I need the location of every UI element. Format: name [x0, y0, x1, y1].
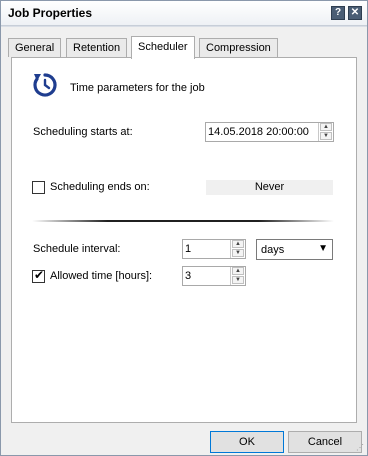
spin-up-icon[interactable]: ▲	[232, 240, 244, 248]
spin-down-icon[interactable]: ▼	[232, 276, 244, 284]
allowed-time-checkbox[interactable]: ✔	[32, 268, 45, 283]
allowed-time-value: 3	[185, 270, 192, 282]
spin-down-icon[interactable]: ▼	[232, 249, 244, 257]
dialog-client-area: General Retention Scheduler Compression …	[1, 27, 367, 455]
tab-compression[interactable]: Compression	[199, 38, 278, 57]
interval-label: Schedule interval:	[33, 243, 121, 255]
title-bar: Job Properties ? ✕	[1, 1, 367, 26]
ends-checkbox[interactable]	[32, 181, 45, 194]
spin-up-icon[interactable]: ▲	[320, 123, 332, 131]
help-icon: ?	[334, 7, 342, 18]
interval-field[interactable]: 1 ▲ ▼	[182, 239, 246, 259]
panel-heading: Time parameters for the job	[70, 82, 205, 94]
window-title: Job Properties	[8, 6, 93, 20]
resize-grip-icon[interactable]: ⋰	[356, 443, 364, 452]
clock-refresh-icon	[33, 73, 57, 97]
tab-retention[interactable]: Retention	[66, 38, 128, 57]
ends-label: Scheduling ends on:	[50, 181, 150, 193]
allowed-time-spinner[interactable]: ▲ ▼	[230, 267, 245, 285]
chevron-down-icon: ▼	[318, 243, 328, 254]
close-icon: ✕	[350, 7, 360, 18]
starts-value: 14.05.2018 20:00:00	[208, 126, 309, 138]
starts-datetime-field[interactable]: 14.05.2018 20:00:00 ▲ ▼	[205, 122, 334, 142]
checkmark-icon: ✔	[34, 268, 45, 282]
interval-spinner[interactable]: ▲ ▼	[230, 240, 245, 258]
help-button[interactable]: ?	[331, 6, 345, 20]
spin-down-icon[interactable]: ▼	[320, 132, 332, 140]
scheduler-panel: Time parameters for the job Scheduling s…	[11, 57, 357, 423]
tab-scheduler[interactable]: Scheduler	[131, 36, 195, 59]
starts-spinner[interactable]: ▲ ▼	[318, 123, 333, 141]
close-button[interactable]: ✕	[348, 6, 362, 20]
ends-value-field: Never	[206, 180, 333, 195]
spin-up-icon[interactable]: ▲	[232, 267, 244, 275]
job-properties-window: Job Properties ? ✕ General Retention Sch…	[0, 0, 368, 456]
section-divider	[32, 220, 334, 222]
interval-value: 1	[185, 243, 192, 255]
ok-button[interactable]: OK	[210, 431, 284, 453]
interval-unit-select[interactable]: days ▼	[256, 239, 333, 260]
tab-general[interactable]: General	[8, 38, 62, 57]
starts-label: Scheduling starts at:	[33, 126, 133, 138]
cancel-button[interactable]: Cancel	[288, 431, 362, 453]
allowed-time-label: Allowed time [hours]:	[50, 270, 153, 282]
allowed-time-field[interactable]: 3 ▲ ▼	[182, 266, 246, 286]
interval-unit-value: days	[261, 244, 285, 256]
